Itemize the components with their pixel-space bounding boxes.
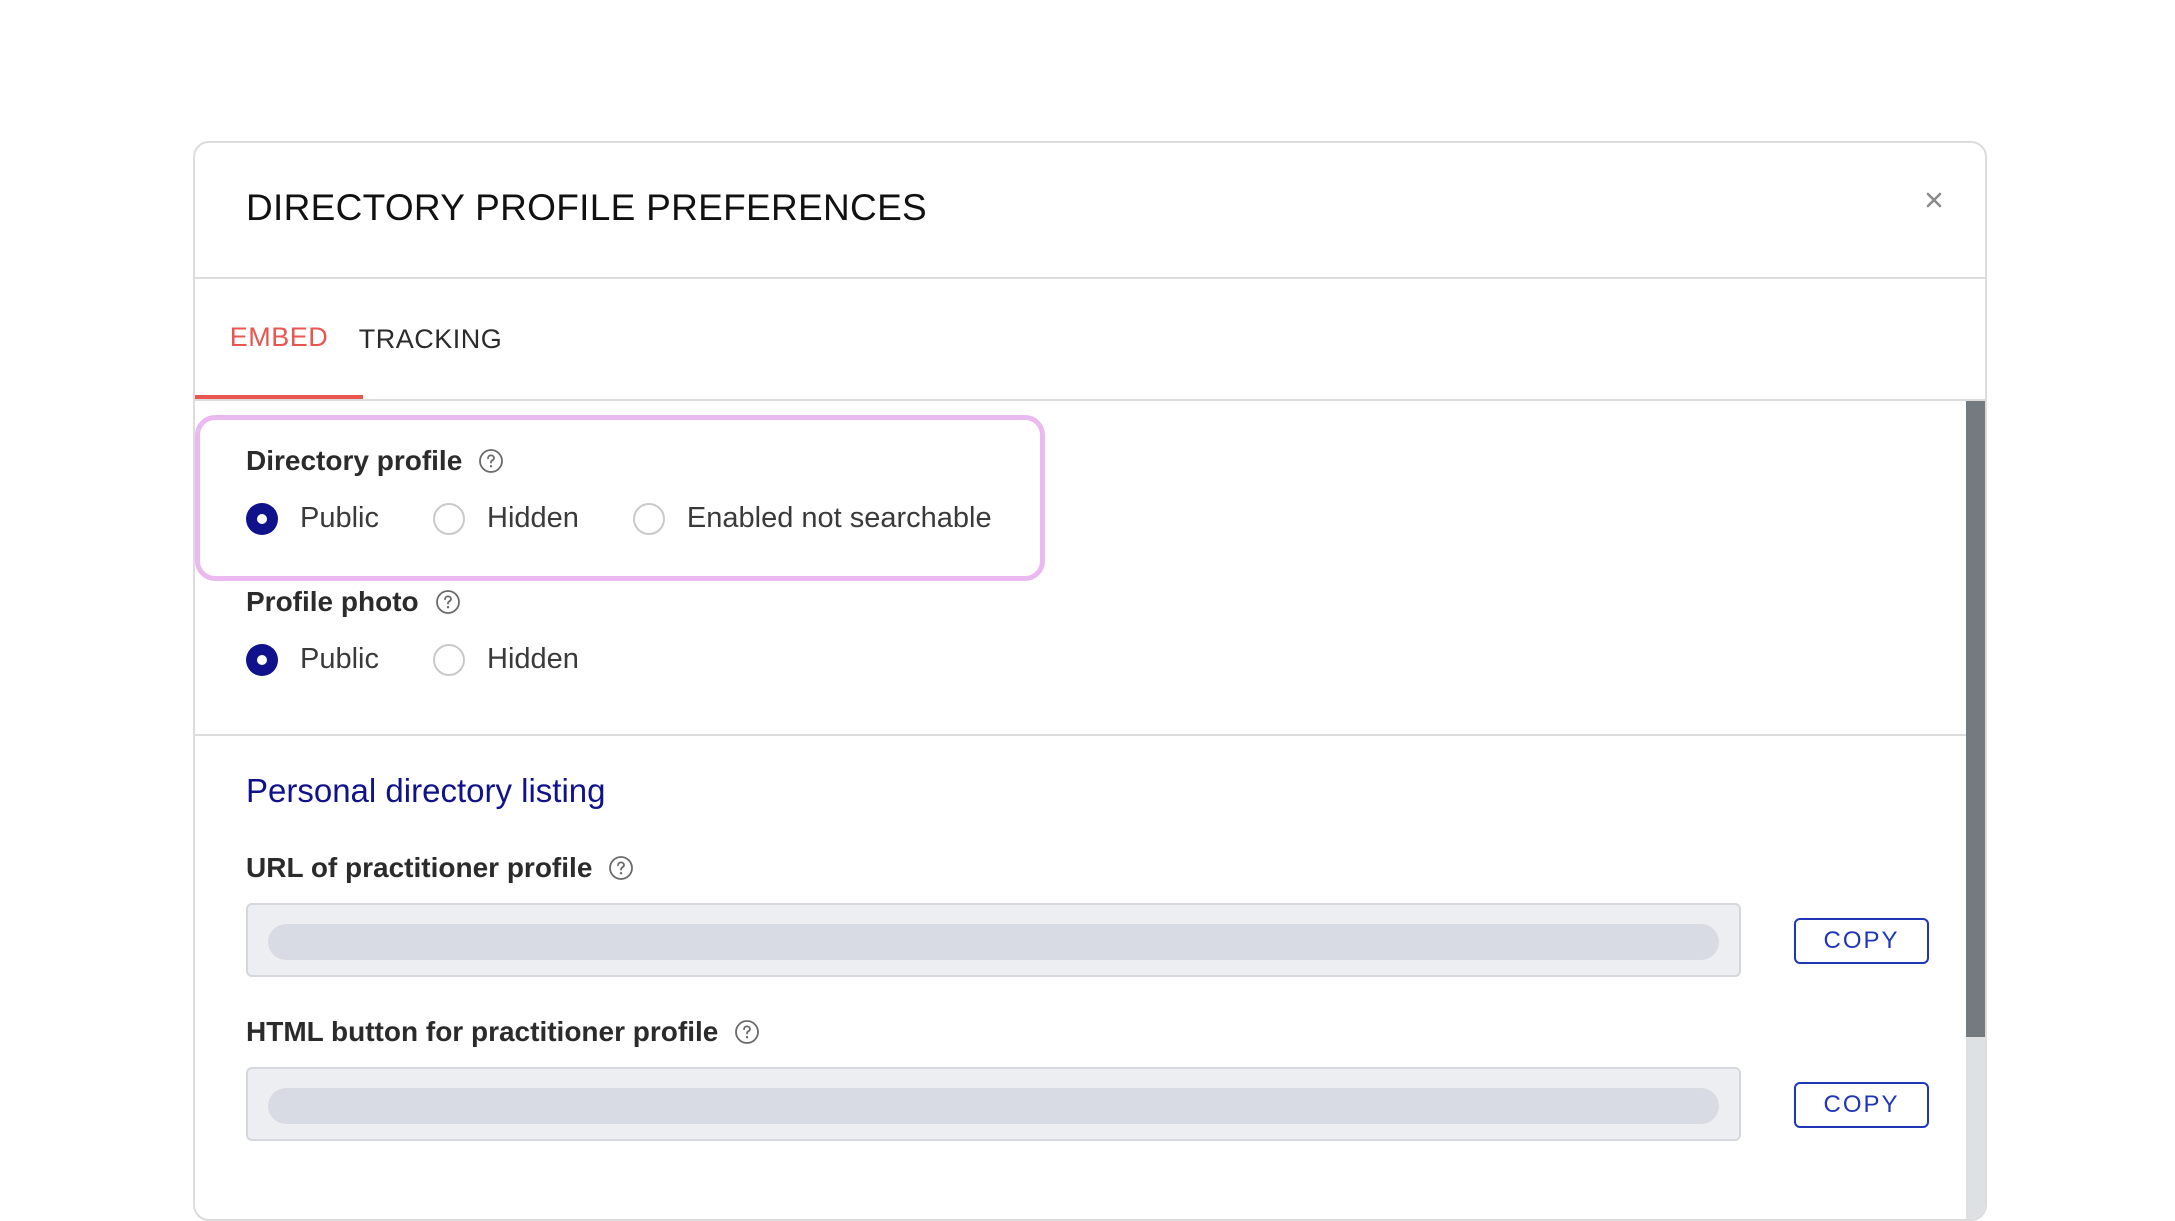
html-button-field-input[interactable]: [246, 1067, 1741, 1141]
tab-tracking[interactable]: TRACKING: [359, 279, 502, 399]
radio-unselected-icon[interactable]: [632, 502, 665, 535]
radio-label: Hidden: [487, 502, 579, 534]
radio-label: Public: [300, 502, 379, 534]
directory-profile-option-public[interactable]: Public: [246, 502, 379, 535]
scrollbar-thumb[interactable]: [1966, 401, 1985, 1037]
modal-title: DIRECTORY PROFILE PREFERENCES: [246, 187, 928, 228]
radio-label: Public: [300, 643, 379, 675]
help-circle-icon[interactable]: [435, 589, 461, 615]
radio-unselected-icon[interactable]: [433, 502, 465, 535]
directory-profile-label-text: Directory profile: [246, 445, 463, 476]
preferences-modal: DIRECTORY PROFILE PREFERENCES EMBED TRAC…: [193, 141, 1987, 1221]
copy-html-button[interactable]: COPY: [1794, 1082, 1929, 1128]
url-field-label-text: URL of practitioner profile: [246, 852, 593, 883]
close-icon: [1926, 192, 1942, 208]
tab-embed[interactable]: EMBED: [195, 279, 363, 399]
html-button-field-label: HTML button for practitioner profile: [246, 1016, 760, 1048]
directory-profile-radio-group: Public Hidden Enabled not searchable: [246, 502, 1046, 535]
personal-directory-listing-title: Personal directory listing: [246, 772, 606, 809]
scrollbar[interactable]: [1966, 401, 1985, 1219]
profile-photo-label-text: Profile photo: [246, 586, 419, 617]
redacted-value-placeholder: [268, 924, 1719, 960]
radio-label: Enabled not searchable: [686, 502, 992, 534]
profile-photo-radio-group: Public Hidden: [246, 643, 633, 676]
profile-photo-option-public[interactable]: Public: [246, 643, 379, 676]
help-circle-icon[interactable]: [478, 448, 504, 474]
html-button-field-label-text: HTML button for practitioner profile: [246, 1016, 719, 1047]
section-divider: [195, 734, 1968, 736]
radio-unselected-icon[interactable]: [433, 643, 465, 676]
directory-profile-option-enabled-not-searchable[interactable]: Enabled not searchable: [632, 502, 992, 535]
modal-header: DIRECTORY PROFILE PREFERENCES: [195, 143, 1985, 279]
tab-bar: EMBED TRACKING: [195, 279, 1985, 401]
radio-selected-icon[interactable]: [246, 502, 278, 535]
redacted-value-placeholder: [268, 1088, 1719, 1124]
url-field-input[interactable]: [246, 903, 1741, 977]
copy-url-button[interactable]: COPY: [1794, 918, 1929, 964]
directory-profile-label: Directory profile: [246, 445, 504, 477]
url-field-label: URL of practitioner profile: [246, 852, 634, 884]
help-circle-icon[interactable]: [734, 1019, 760, 1045]
radio-selected-icon[interactable]: [246, 643, 278, 676]
profile-photo-label: Profile photo: [246, 586, 461, 618]
directory-profile-option-hidden[interactable]: Hidden: [433, 502, 579, 535]
profile-photo-option-hidden[interactable]: Hidden: [433, 643, 579, 676]
close-button[interactable]: [1919, 185, 1949, 215]
radio-label: Hidden: [487, 643, 579, 675]
help-circle-icon[interactable]: [608, 855, 634, 881]
